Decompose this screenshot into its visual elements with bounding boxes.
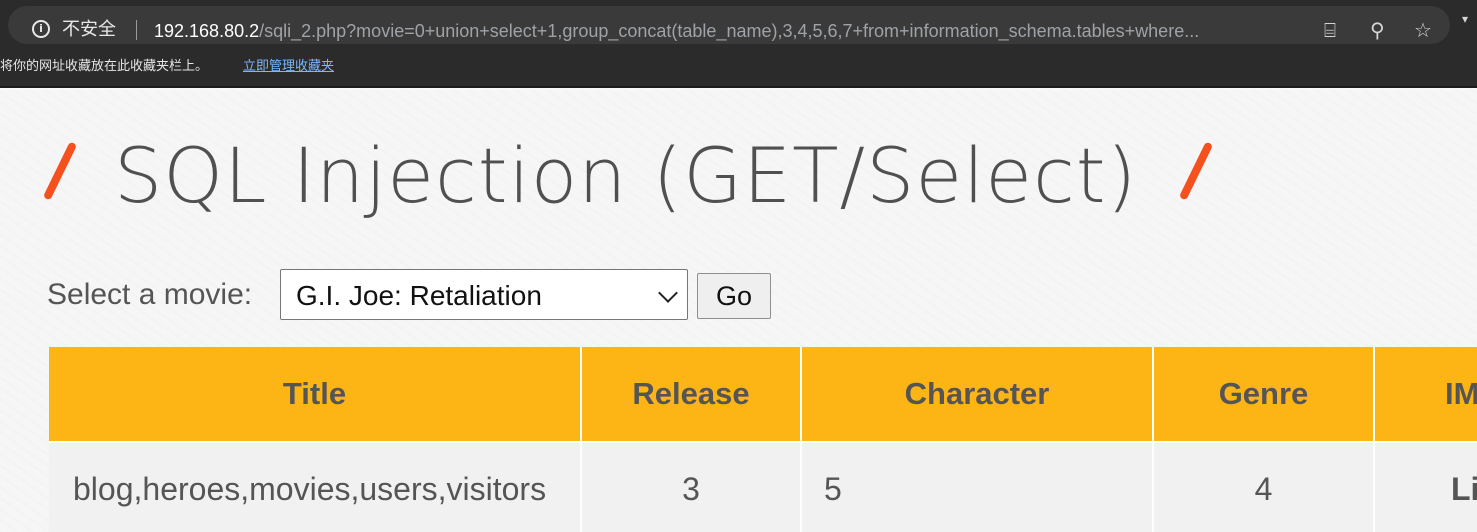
right-slash-decoration — [1178, 141, 1214, 201]
cell-genre: 4 — [1154, 443, 1375, 532]
page-content: SQL Injection (GET/Select) Select a movi… — [0, 90, 1477, 532]
url-host: 192.168.80.2 — [154, 21, 260, 41]
column-header-imdb: IMDb — [1375, 347, 1477, 441]
browser-toolbar: i 不安全 192.168.80.2/sqli_2.php?movie=0+un… — [0, 0, 1477, 52]
page-title: SQL Injection (GET/Select) — [114, 131, 1138, 220]
column-header-genre: Genre — [1154, 347, 1375, 441]
cell-release: 3 — [582, 443, 802, 532]
zoom-icon[interactable]: ⚲ — [1370, 18, 1385, 42]
security-label[interactable]: 不安全 — [62, 19, 116, 41]
bookmarks-bar: 将你的网址收藏放在此收藏夹栏上。 立即管理收藏夹 — [0, 52, 1477, 88]
bookmarks-message: 将你的网址收藏放在此收藏夹栏上。 — [0, 59, 209, 74]
star-icon[interactable]: ☆ — [1414, 18, 1432, 42]
go-button[interactable]: Go — [697, 273, 771, 319]
menu-icon[interactable]: ▾ — [1462, 12, 1468, 26]
column-header-title: Title — [49, 347, 582, 441]
table-row: blog,heroes,movies,users,visitors 3 5 4 … — [49, 441, 1477, 532]
cell-title: blog,heroes,movies,users,visitors — [49, 443, 582, 532]
movie-select[interactable]: G.I. Joe: Retaliation — [280, 269, 688, 320]
select-label: Select a movie: — [47, 278, 253, 311]
translate-icon[interactable]: ⌸ — [1324, 18, 1336, 42]
manage-favorites-link[interactable]: 立即管理收藏夹 — [243, 58, 334, 76]
address-separator — [136, 20, 137, 40]
chevron-down-icon — [658, 283, 678, 303]
column-header-release: Release — [582, 347, 802, 441]
selected-movie: G.I. Joe: Retaliation — [296, 280, 542, 311]
cell-imdb-link[interactable]: Link — [1375, 443, 1477, 532]
cell-character: 5 — [802, 443, 1154, 532]
address-bar[interactable]: i 不安全 192.168.80.2/sqli_2.php?movie=0+un… — [8, 6, 1450, 44]
url-text[interactable]: 192.168.80.2/sqli_2.php?movie=0+union+se… — [154, 20, 1304, 42]
table-header: Title Release Character Genre IMDb — [49, 347, 1477, 441]
column-header-character: Character — [802, 347, 1154, 441]
info-icon[interactable]: i — [32, 20, 50, 38]
url-path: /sqli_2.php?movie=0+union+select+1,group… — [259, 21, 1200, 41]
left-slash-decoration — [42, 141, 78, 201]
